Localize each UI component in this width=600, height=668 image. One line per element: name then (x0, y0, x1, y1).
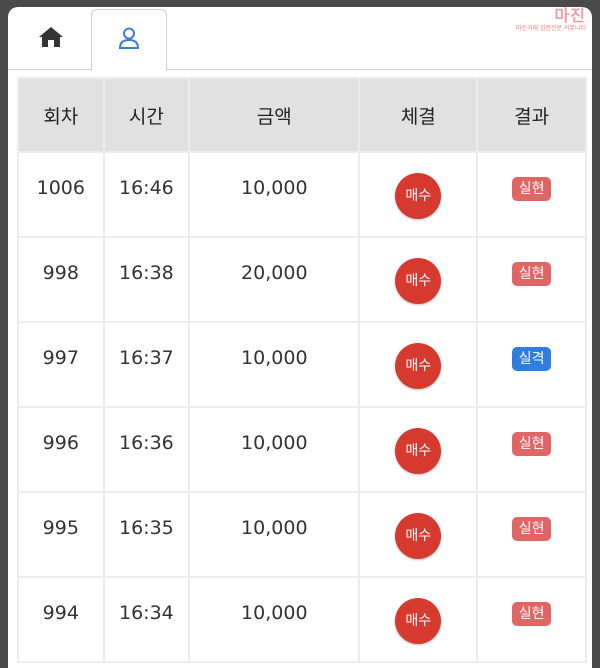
cell-trade: 매수 (360, 238, 477, 321)
cell-result: 실현 (478, 493, 585, 576)
result-badge: 실현 (511, 517, 552, 541)
cell-amount: 10,000 (190, 323, 359, 406)
cell-time: 16:46 (104, 153, 189, 236)
home-icon (38, 25, 64, 53)
cell-time: 16:35 (104, 493, 189, 576)
watermark-title: 마진 (554, 7, 586, 25)
result-badge: 실현 (511, 262, 552, 286)
cell-amount: 10,000 (190, 578, 359, 661)
cell-round: 997 (19, 323, 103, 406)
cell-amount: 10,000 (190, 408, 359, 491)
cell-round: 1006 (19, 153, 103, 236)
cell-round: 995 (19, 493, 103, 576)
cell-result: 실현 (478, 408, 585, 491)
cell-time: 16:36 (104, 408, 189, 491)
tab-home[interactable] (14, 9, 88, 69)
cell-result: 실현 (478, 238, 585, 321)
header-time: 시간 (104, 79, 189, 151)
tab-user[interactable] (91, 9, 167, 71)
cell-time: 16:34 (104, 578, 189, 661)
table-row: 996 16:36 10,000 매수 실현 (19, 408, 585, 491)
buy-button[interactable]: 매수 (395, 343, 442, 389)
cell-round: 994 (19, 578, 103, 661)
table-row: 1006 16:46 10,000 매수 실현 (19, 153, 585, 236)
table-row: 994 16:34 10,000 매수 실현 (19, 578, 585, 661)
cell-amount: 20,000 (190, 238, 359, 321)
cell-result: 실현 (478, 153, 585, 236)
header-amount: 금액 (190, 79, 359, 151)
buy-button[interactable]: 매수 (395, 428, 442, 474)
cell-trade: 매수 (360, 578, 477, 661)
cell-trade: 매수 (360, 153, 477, 236)
cell-result: 실격 (478, 323, 585, 406)
table-header-row: 회차 시간 금액 체결 결과 (19, 79, 585, 151)
cell-amount: 10,000 (190, 493, 359, 576)
result-badge: 실현 (511, 602, 552, 626)
buy-button[interactable]: 매수 (395, 513, 442, 559)
result-badge: 실격 (511, 347, 552, 371)
table-row: 995 16:35 10,000 매수 실현 (19, 493, 585, 576)
cell-time: 16:37 (104, 323, 189, 406)
result-badge: 실현 (511, 177, 552, 201)
buy-button[interactable]: 매수 (395, 598, 442, 644)
cell-result: 실현 (478, 578, 585, 661)
header-result: 결과 (478, 79, 585, 151)
buy-button[interactable]: 매수 (395, 258, 442, 304)
result-badge: 실현 (511, 432, 552, 456)
cell-trade: 매수 (360, 408, 477, 491)
tab-bar: 마진 마진거래 검증전문 커뮤니티 (8, 7, 592, 71)
cell-time: 16:38 (104, 238, 189, 321)
main-panel: 마진 마진거래 검증전문 커뮤니티 회차 시간 금액 체결 결과 1006 16:… (8, 7, 592, 668)
cell-trade: 매수 (360, 493, 477, 576)
results-table-wrapper: 회차 시간 금액 체결 결과 1006 16:46 10,000 매수 실현 998 16:… (17, 77, 587, 663)
cell-round: 996 (19, 408, 103, 491)
header-trade: 체결 (360, 79, 477, 151)
table-row: 997 16:37 10,000 매수 실격 (19, 323, 585, 406)
results-table: 회차 시간 금액 체결 결과 1006 16:46 10,000 매수 실현 998 16:… (17, 77, 587, 663)
table-row: 998 16:38 20,000 매수 실현 (19, 238, 585, 321)
user-icon (117, 26, 141, 54)
cell-amount: 10,000 (190, 153, 359, 236)
cell-round: 998 (19, 238, 103, 321)
cell-trade: 매수 (360, 323, 477, 406)
watermark-logo: 마진 마진거래 검증전문 커뮤니티 (456, 7, 586, 37)
watermark-subtitle: 마진거래 검증전문 커뮤니티 (515, 25, 586, 32)
header-round: 회차 (19, 79, 103, 151)
buy-button[interactable]: 매수 (395, 173, 442, 219)
